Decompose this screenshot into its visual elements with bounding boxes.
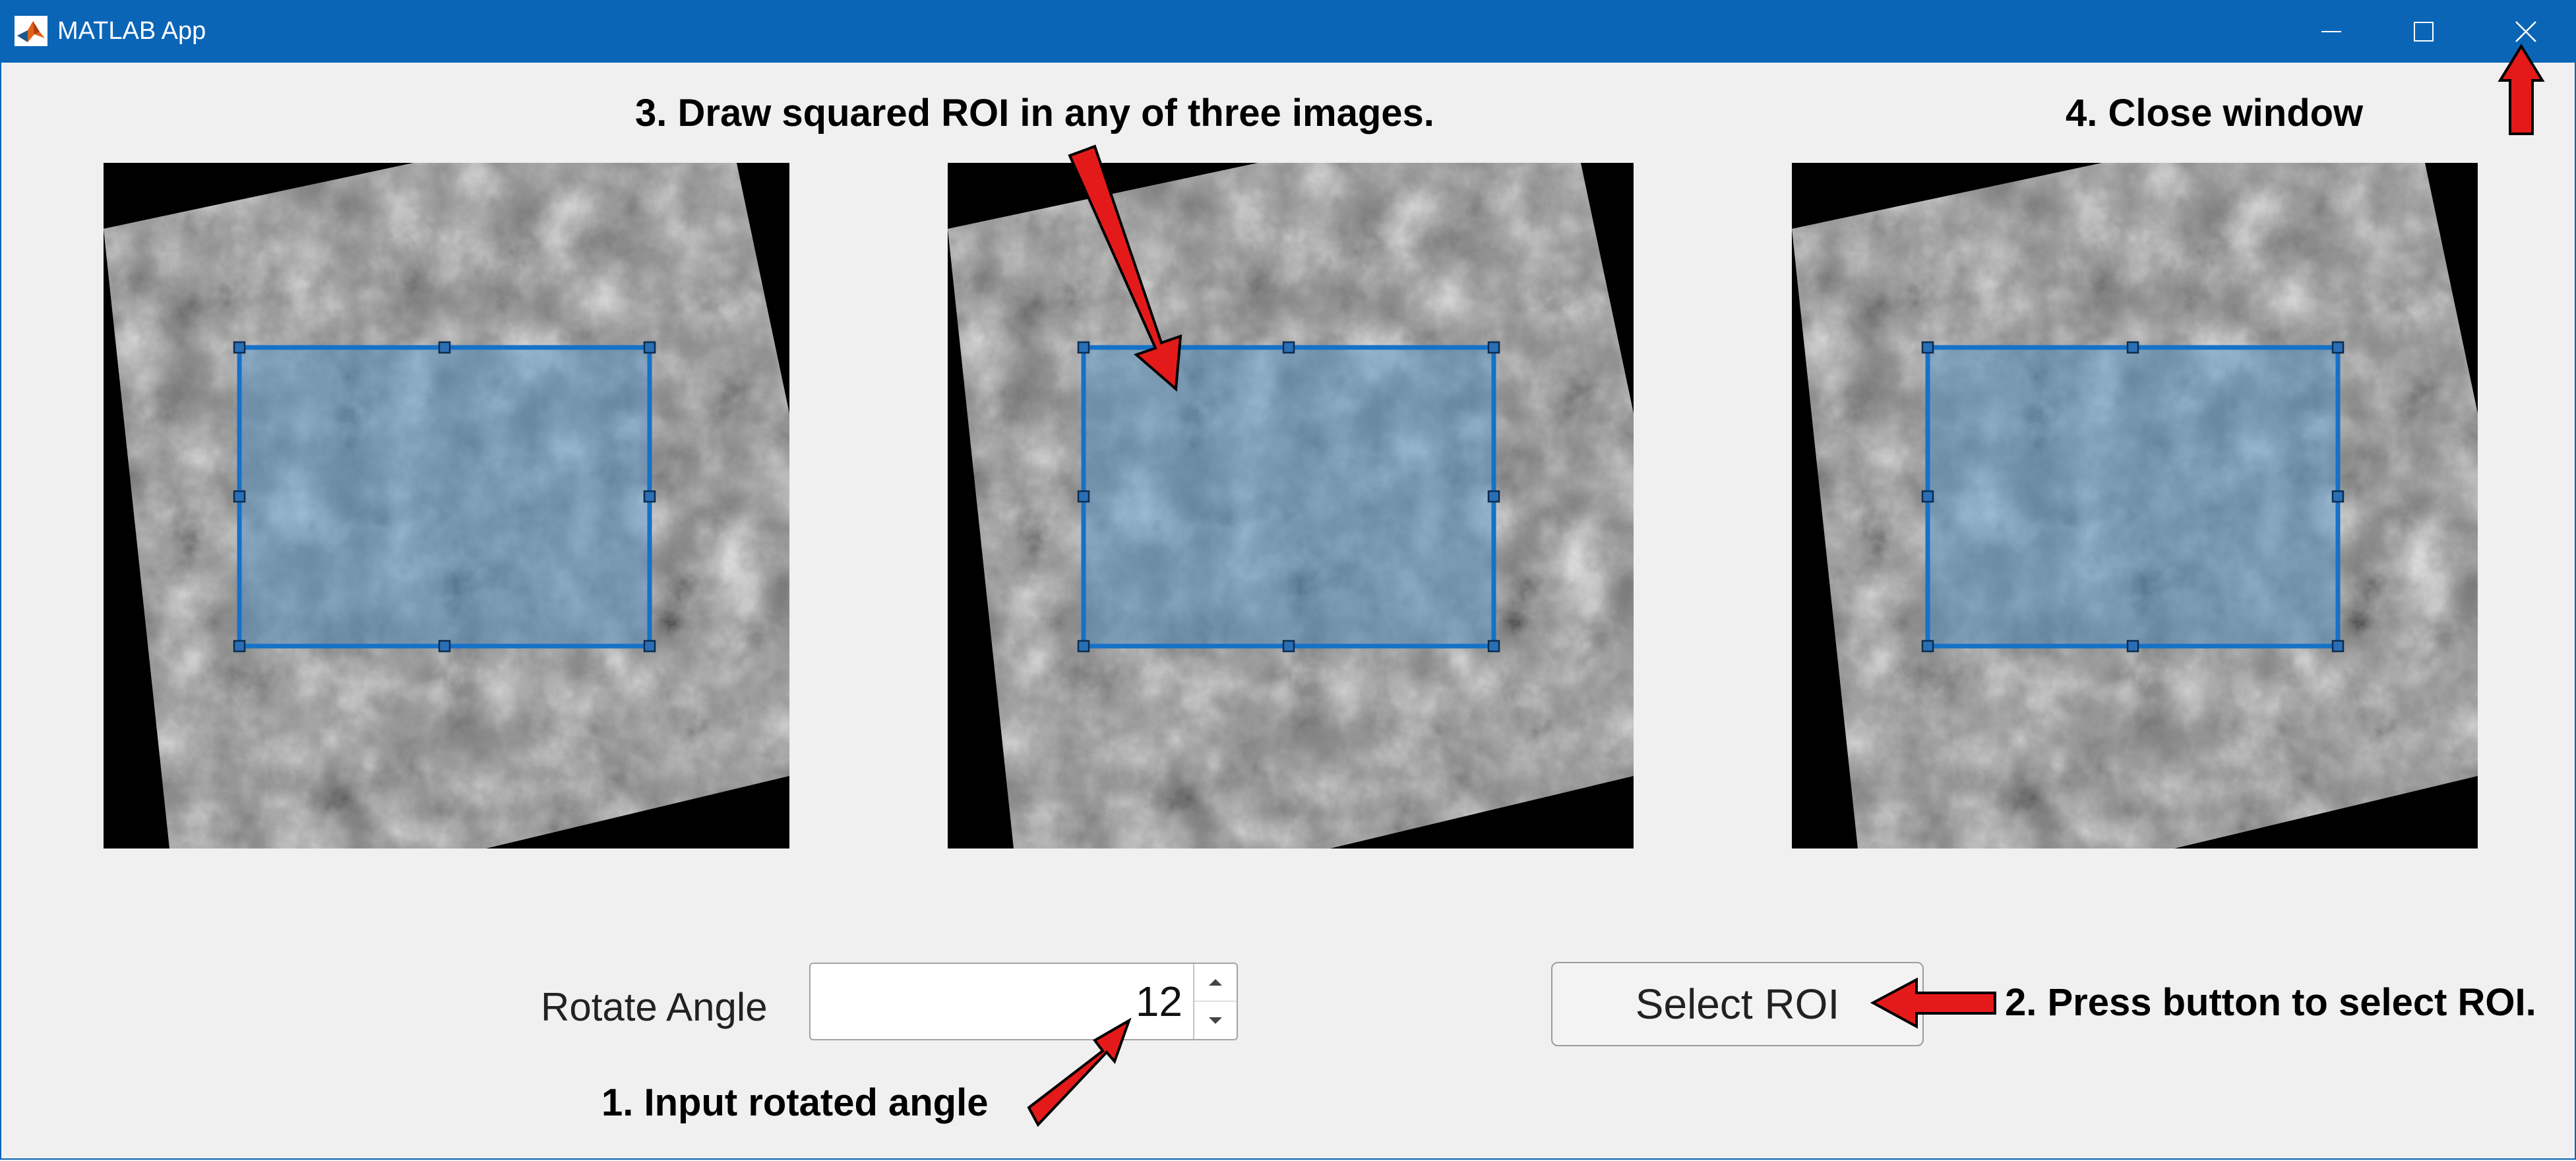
- roi-handle: [233, 341, 246, 354]
- image-panel-1[interactable]: [104, 163, 789, 848]
- roi-handle: [2331, 341, 2345, 354]
- roi-handle: [643, 490, 656, 503]
- minimize-button[interactable]: [2285, 0, 2377, 63]
- maximize-button[interactable]: [2377, 0, 2470, 63]
- roi-handle: [1921, 490, 1934, 503]
- roi-handle: [1282, 640, 1295, 653]
- select-roi-button[interactable]: Select ROI: [1551, 962, 1924, 1046]
- roi-handle: [1487, 341, 1500, 354]
- minimize-icon: [2321, 30, 2341, 32]
- roi-rectangle[interactable]: [233, 341, 656, 653]
- chevron-down-icon: [1209, 1017, 1222, 1024]
- roi-handle: [438, 640, 451, 653]
- roi-rectangle[interactable]: [1921, 341, 2345, 653]
- roi-handle: [2126, 640, 2139, 653]
- maximize-icon: [2414, 21, 2434, 42]
- chevron-up-icon: [1209, 979, 1222, 986]
- close-button[interactable]: [2480, 0, 2572, 63]
- annotation-step4: 4. Close window: [2066, 92, 2364, 134]
- roi-handle: [1921, 640, 1934, 653]
- window-title: MATLAB App: [57, 17, 206, 45]
- roi-handle: [1077, 640, 1090, 653]
- image-panel-2[interactable]: [948, 163, 1634, 848]
- matlab-logo-icon: [15, 16, 47, 46]
- annotation-step3: 3. Draw squared ROI in any of three imag…: [635, 92, 1434, 134]
- roi-handle: [1077, 341, 1090, 354]
- roi-handle: [1921, 341, 1934, 354]
- roi-handle: [643, 640, 656, 653]
- roi-handle: [438, 341, 451, 354]
- roi-handle: [2331, 640, 2345, 653]
- roi-handle: [1487, 640, 1500, 653]
- title-bar[interactable]: MATLAB App: [0, 0, 2576, 63]
- close-icon: [2515, 20, 2536, 42]
- annotation-step1: 1. Input rotated angle: [601, 1081, 989, 1124]
- rotate-angle-spinner[interactable]: 12: [809, 963, 1238, 1040]
- roi-handle: [233, 490, 246, 503]
- roi-handle: [2126, 341, 2139, 354]
- roi-handle: [643, 341, 656, 354]
- image-panel-3[interactable]: [1792, 163, 2478, 848]
- spinner-down-button[interactable]: [1193, 1001, 1237, 1039]
- roi-handle: [233, 640, 246, 653]
- roi-handle: [1077, 490, 1090, 503]
- spinner-up-button[interactable]: [1193, 964, 1237, 1001]
- rotate-angle-value[interactable]: 12: [1136, 977, 1182, 1026]
- rotate-angle-label: Rotate Angle: [541, 985, 768, 1029]
- roi-handle: [1282, 341, 1295, 354]
- roi-handle: [2331, 490, 2345, 503]
- roi-handle: [1487, 490, 1500, 503]
- roi-rectangle[interactable]: [1077, 341, 1500, 653]
- annotation-step2: 2. Press button to select ROI.: [2005, 981, 2536, 1024]
